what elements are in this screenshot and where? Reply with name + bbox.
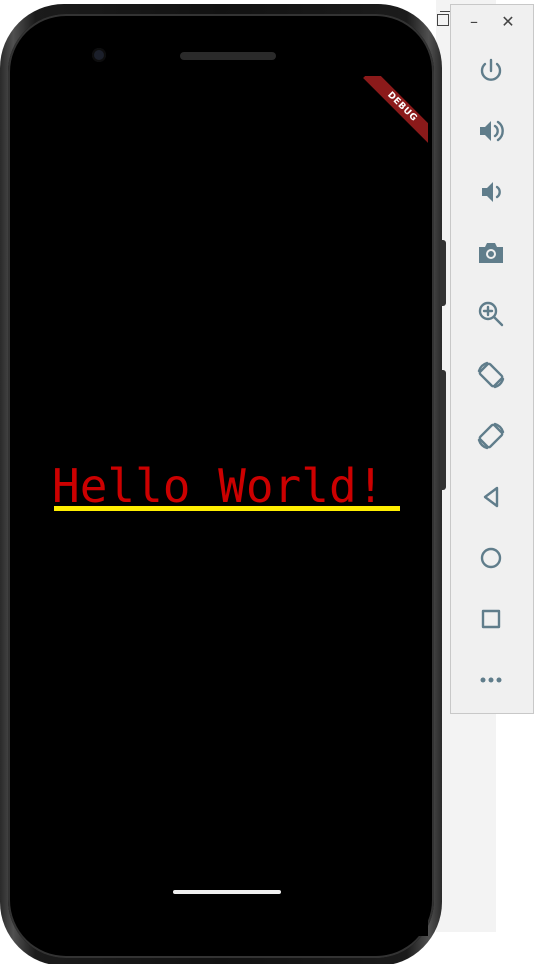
volume-up-icon bbox=[480, 120, 504, 142]
toolbar-titlebar: – ✕ bbox=[451, 5, 533, 41]
zoom-icon bbox=[478, 301, 504, 327]
emulator-toolbar: – ✕ bbox=[450, 4, 534, 714]
device-screen[interactable]: DEBUG Hello World! bbox=[28, 76, 428, 936]
front-camera-icon bbox=[92, 48, 106, 62]
back-button[interactable] bbox=[469, 475, 513, 519]
back-icon bbox=[483, 486, 499, 508]
screenshot-button[interactable] bbox=[469, 231, 513, 275]
power-icon bbox=[480, 58, 502, 81]
volume-up-button[interactable] bbox=[469, 109, 513, 153]
volume-down-icon bbox=[482, 182, 501, 202]
camera-icon bbox=[479, 243, 503, 263]
power-side-button[interactable] bbox=[440, 240, 446, 306]
overview-button[interactable] bbox=[469, 597, 513, 641]
zoom-button[interactable] bbox=[469, 292, 513, 336]
emulator-workspace: DEBUG Hello World! – ✕ bbox=[0, 0, 534, 964]
volume-down-button[interactable] bbox=[469, 170, 513, 214]
rotate-right-button[interactable] bbox=[469, 414, 513, 458]
volume-side-button[interactable] bbox=[440, 370, 446, 490]
rotate-right-icon bbox=[477, 422, 505, 450]
close-button[interactable]: ✕ bbox=[497, 11, 519, 33]
home-button[interactable] bbox=[469, 536, 513, 580]
earpiece-speaker bbox=[180, 52, 276, 60]
phone-bezel: DEBUG Hello World! bbox=[8, 14, 434, 958]
home-gesture-bar[interactable] bbox=[173, 890, 281, 894]
overview-icon bbox=[481, 609, 501, 629]
text-underline bbox=[54, 506, 400, 511]
minimize-button[interactable]: – bbox=[463, 11, 485, 33]
more-button[interactable] bbox=[469, 658, 513, 702]
power-button[interactable] bbox=[469, 49, 513, 93]
debug-banner: DEBUG bbox=[363, 76, 428, 146]
rotate-left-button[interactable] bbox=[469, 353, 513, 397]
phone-frame: DEBUG Hello World! bbox=[0, 4, 442, 964]
hello-world-text: Hello World! bbox=[52, 459, 385, 513]
rotate-left-icon bbox=[477, 361, 505, 389]
restore-window-icon[interactable] bbox=[437, 11, 451, 26]
home-icon bbox=[480, 547, 502, 569]
more-icon bbox=[480, 677, 502, 683]
